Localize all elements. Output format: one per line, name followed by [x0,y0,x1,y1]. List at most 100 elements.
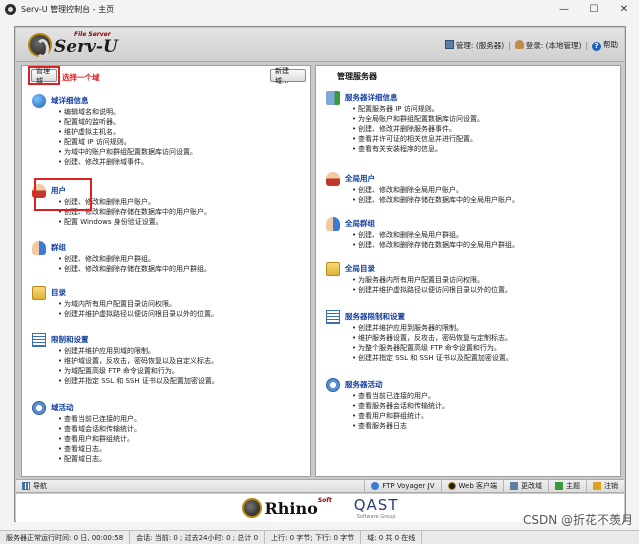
user-icon [326,172,340,186]
window-titlebar: Serv-U 管理控制台 - 主页 — ☐ ✕ [0,0,639,18]
theme-label: 主题 [566,482,580,490]
list-item: 配置 Windows 身份验证设置。 [58,217,211,227]
list-item: 为域内所有用户配置目录访问权限。 [58,299,218,309]
section-title[interactable]: 服务器详细信息 [345,92,398,103]
panel-title: 管理服务器 [337,72,377,81]
section-items: 配置服务器 IP 访问规则。 为全局账户和群组配置数据库访问设置。 创建、修改并… [352,104,484,154]
list-item: 创建、修改和删除存储在数据库中的全局用户群组。 [352,240,519,250]
maximize-button[interactable]: ☐ [579,0,609,18]
grid-icon [22,482,30,490]
rhinosoft-sup: Soft [317,496,332,504]
qast-subtitle: Software Group [356,514,396,520]
change-domain-icon [510,482,518,490]
servu-logo-icon [28,33,52,58]
close-button[interactable]: ✕ [609,0,639,18]
list-item: 配置域的监听器。 [58,117,197,127]
login-link[interactable]: 登录: (本地管理) [514,39,582,51]
qast-logo: QAST Software Group [354,496,399,520]
group-icon [32,241,46,255]
ftp-voyager-button[interactable]: FTP Voyager JV [364,479,440,493]
servers-icon [326,91,340,105]
list-item: 查看用户和群组统计。 [58,434,141,444]
rhinosoft-logo-icon [241,498,262,518]
section-title[interactable]: 群组 [51,242,66,253]
theme-icon [555,482,563,490]
section-title[interactable]: 目录 [51,287,66,298]
list-item: 查看服务器日志 [352,421,449,431]
list-icon [32,333,46,347]
list-item: 维护虚拟主机名。 [58,127,197,137]
nav-button[interactable]: 导航 [16,479,53,493]
list-item: 创建并维护虚拟路径以便访问根目录以外的位置。 [58,309,218,319]
manage-server-label: 管理: (服务器) [455,40,505,50]
section-title[interactable]: 服务器限制和设置 [345,311,405,322]
section-items: 查看当前已连接的用户。 查看服务器会话和传输统计。 查看用户和群组统计。 查看服… [352,391,449,431]
rhinosoft-logo: Rhino Soft [241,496,332,518]
section-items: 编辑域名和说明。 配置域的监听器。 维护虚拟主机名。 配置域 IP 访问规则。 … [58,107,197,167]
server-panel: 管理服务器 服务器详细信息 配置服务器 IP 访问规则。 为全局账户和群组配置数… [315,65,621,477]
web-client-icon [447,482,456,490]
theme-button[interactable]: 主题 [548,479,586,493]
list-item: 查看用户和群组统计。 [352,411,449,421]
section-items: 创建、修改和删除全局用户账户。 创建、修改和删除存储在数据库中的全局用户账户。 [352,185,519,205]
highlight-box [34,178,92,211]
section-title[interactable]: 全局用户 [345,173,375,184]
list-item: 维护域设置，反攻击，密码恢复以及自定义标志。 [58,356,219,366]
select-domain-hint: 选择一个域 [62,73,100,82]
section-title[interactable]: 全局目录 [345,263,375,274]
minimize-button[interactable]: — [549,0,579,18]
list-item: 查看当前已连接的用户。 [58,414,141,424]
section-title[interactable]: 域活动 [51,402,74,413]
web-client-button[interactable]: Web 客户端 [440,479,504,493]
section-items: 创建、修改和删除全局用户群组。 创建、修改和删除存储在数据库中的全局用户群组。 [352,230,519,250]
web-client-label: Web 客户端 [458,482,498,490]
list-item: 为服务器内所有用户配置目录访问权限。 [352,275,512,285]
list-item: 为整个服务器配置高级 FTP 命令设置和行为。 [352,343,513,353]
manage-server-link[interactable]: 管理: (服务器) [444,39,505,51]
separator: | [585,40,588,50]
logout-button[interactable]: 注销 [586,479,624,493]
list-item: 为域配置高级 FTP 命令设置和行为。 [58,366,219,376]
status-sessions: 会话: 当前: 0 ; 过去24小时: 0 ; 总计 0 [130,530,266,544]
separator: | [508,40,511,50]
list-item: 查看域日志。 [58,444,141,454]
window-title: Serv-U 管理控制台 - 主页 [21,4,115,14]
list-item: 为域中的账户和群组配置数据库访问设置。 [58,147,197,157]
section-title[interactable]: 服务器活动 [345,379,383,390]
list-item: 配置服务器 IP 访问规则。 [352,104,484,114]
globe-icon [32,94,46,108]
status-uptime: 服务器正常运行时间: 0 日, 00:00:58 [0,530,131,544]
list-item: 创建并指定 SSL 和 SSH 证书以及配置加密设置。 [352,353,513,363]
list-item: 创建、修改并删除服务器事件。 [352,124,484,134]
ftp-voyager-label: FTP Voyager JV [382,482,435,490]
section-title[interactable]: 限制和设置 [51,334,89,345]
qast-text: QAST [353,496,399,514]
rhinosoft-text: Rhino [264,498,318,518]
section-items: 创建并维护应用到域的限制。 维护域设置，反攻击，密码恢复以及自定义标志。 为域配… [58,346,219,386]
list-item: 配置域日志。 [58,454,141,464]
list-item: 查看当前已连接的用户。 [352,391,449,401]
status-transfer: 上行: 0 字节; 下行: 0 字节 [265,530,362,544]
user-icon [514,39,524,49]
folder-icon [326,262,340,276]
section-title[interactable]: 全局群组 [345,218,375,229]
logout-label: 注销 [604,482,618,490]
console-frame: Serv-U File Server 管理: (服务器) | 登录: (本地管理… [14,26,626,522]
list-item: 查看域会话和传输统计。 [58,424,141,434]
help-link[interactable]: ? 帮助 [592,39,618,51]
bottom-toolbar: 导航 FTP Voyager JV Web 客户端 更改域 主题 注销 [16,479,624,493]
section-title[interactable]: 域详细信息 [51,95,89,106]
section-items: 为服务器内所有用户配置目录访问权限。 创建并维护虚拟路径以便访问根目录以外的位置… [352,275,512,295]
list-item: 创建并维护应用到域的限制。 [58,346,219,356]
change-domain-button[interactable]: 更改域 [503,479,548,493]
list-item: 创建并维护应用到服务器的限制。 [352,323,513,333]
section-items: 创建并维护应用到服务器的限制。 维护服务器设置，反攻击，密码恢复与定制标志。 为… [352,323,513,363]
new-domain-button[interactable]: 新建域... [270,67,306,85]
activity-icon [326,378,340,392]
list-icon [326,310,340,324]
logo-text: Serv-U [54,37,118,57]
logout-icon [593,482,601,490]
list-item: 创建并维护虚拟路径以便访问根目录以外的位置。 [352,285,512,295]
list-item: 维护服务器设置，反攻击，密码恢复与定制标志。 [352,333,513,343]
login-label: 登录: (本地管理) [525,40,582,50]
